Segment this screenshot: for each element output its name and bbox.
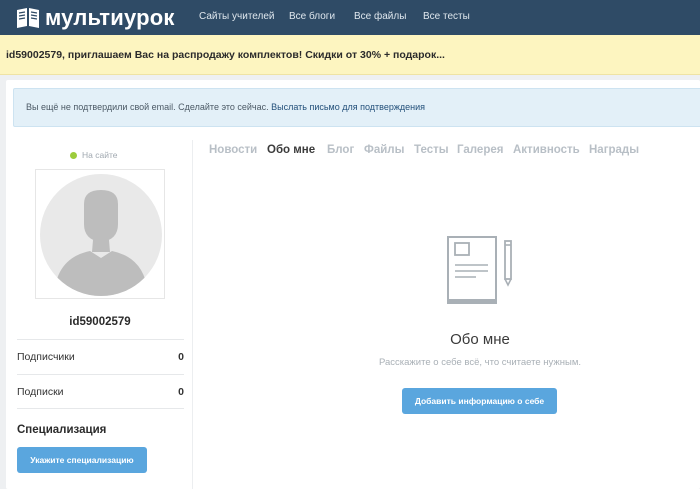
tab-files[interactable]: Файлы xyxy=(364,144,404,156)
book-logo-icon xyxy=(17,8,39,28)
tab-activity[interactable]: Активность xyxy=(513,144,580,156)
email-notice: Вы ещё не подтвердили свой email. Сделай… xyxy=(13,88,700,127)
about-title: Обо мне xyxy=(450,331,510,348)
profile-username: id59002579 xyxy=(69,316,131,328)
following-count: 0 xyxy=(178,386,184,398)
tab-about[interactable]: Обо мне xyxy=(267,144,315,156)
nav-all-blogs[interactable]: Все блоги xyxy=(289,11,335,22)
top-navbar: мультиурок Сайты учителей Все блоги Все … xyxy=(0,0,700,35)
about-subtitle: Расскажите о себе всё, что считаете нужн… xyxy=(378,357,582,368)
nav-all-tests[interactable]: Все тесты xyxy=(423,11,470,22)
promo-banner: id59002579, приглашаем Вас на распродажу… xyxy=(0,35,700,75)
avatar[interactable] xyxy=(35,169,165,299)
following-label: Подписки xyxy=(17,386,64,398)
followers-count: 0 xyxy=(178,351,184,363)
user-silhouette-icon xyxy=(40,174,162,296)
logo-text: мультиурок xyxy=(45,5,175,30)
tab-gallery[interactable]: Галерея xyxy=(457,144,503,156)
promo-link[interactable]: id59002579, приглашаем Вас на распродажу… xyxy=(6,49,445,61)
notebook-pencil-icon xyxy=(447,236,512,304)
specialization-title: Специализация xyxy=(17,424,107,436)
online-dot-icon xyxy=(70,151,77,159)
followers-label: Подписчики xyxy=(17,351,75,363)
resend-email-link[interactable]: Выслать письмо для подтверждения xyxy=(271,102,425,112)
tab-awards[interactable]: Награды xyxy=(589,144,639,156)
notice-message: Вы ещё не подтвердили свой email. Сделай… xyxy=(26,102,269,112)
tab-news[interactable]: Новости xyxy=(209,144,257,156)
online-status: На сайте xyxy=(70,150,117,160)
notice-text-wrap: Вы ещё не подтвердили свой email. Сделай… xyxy=(26,102,425,112)
site-logo[interactable]: мультиурок xyxy=(16,6,175,30)
nav-teacher-sites[interactable]: Сайты учителей xyxy=(199,11,275,22)
stats-divider xyxy=(17,408,184,409)
column-divider xyxy=(192,140,193,489)
set-specialization-button[interactable]: Укажите специализацию xyxy=(17,447,147,473)
tab-blog[interactable]: Блог xyxy=(327,144,354,156)
nav-all-files[interactable]: Все файлы xyxy=(354,11,406,22)
followers-row[interactable]: Подписчики 0 xyxy=(17,339,184,374)
tab-tests[interactable]: Тесты xyxy=(414,144,449,156)
add-about-info-button[interactable]: Добавить информацию о себе xyxy=(402,388,557,414)
following-row[interactable]: Подписки 0 xyxy=(17,374,184,409)
online-status-text: На сайте xyxy=(82,150,118,160)
